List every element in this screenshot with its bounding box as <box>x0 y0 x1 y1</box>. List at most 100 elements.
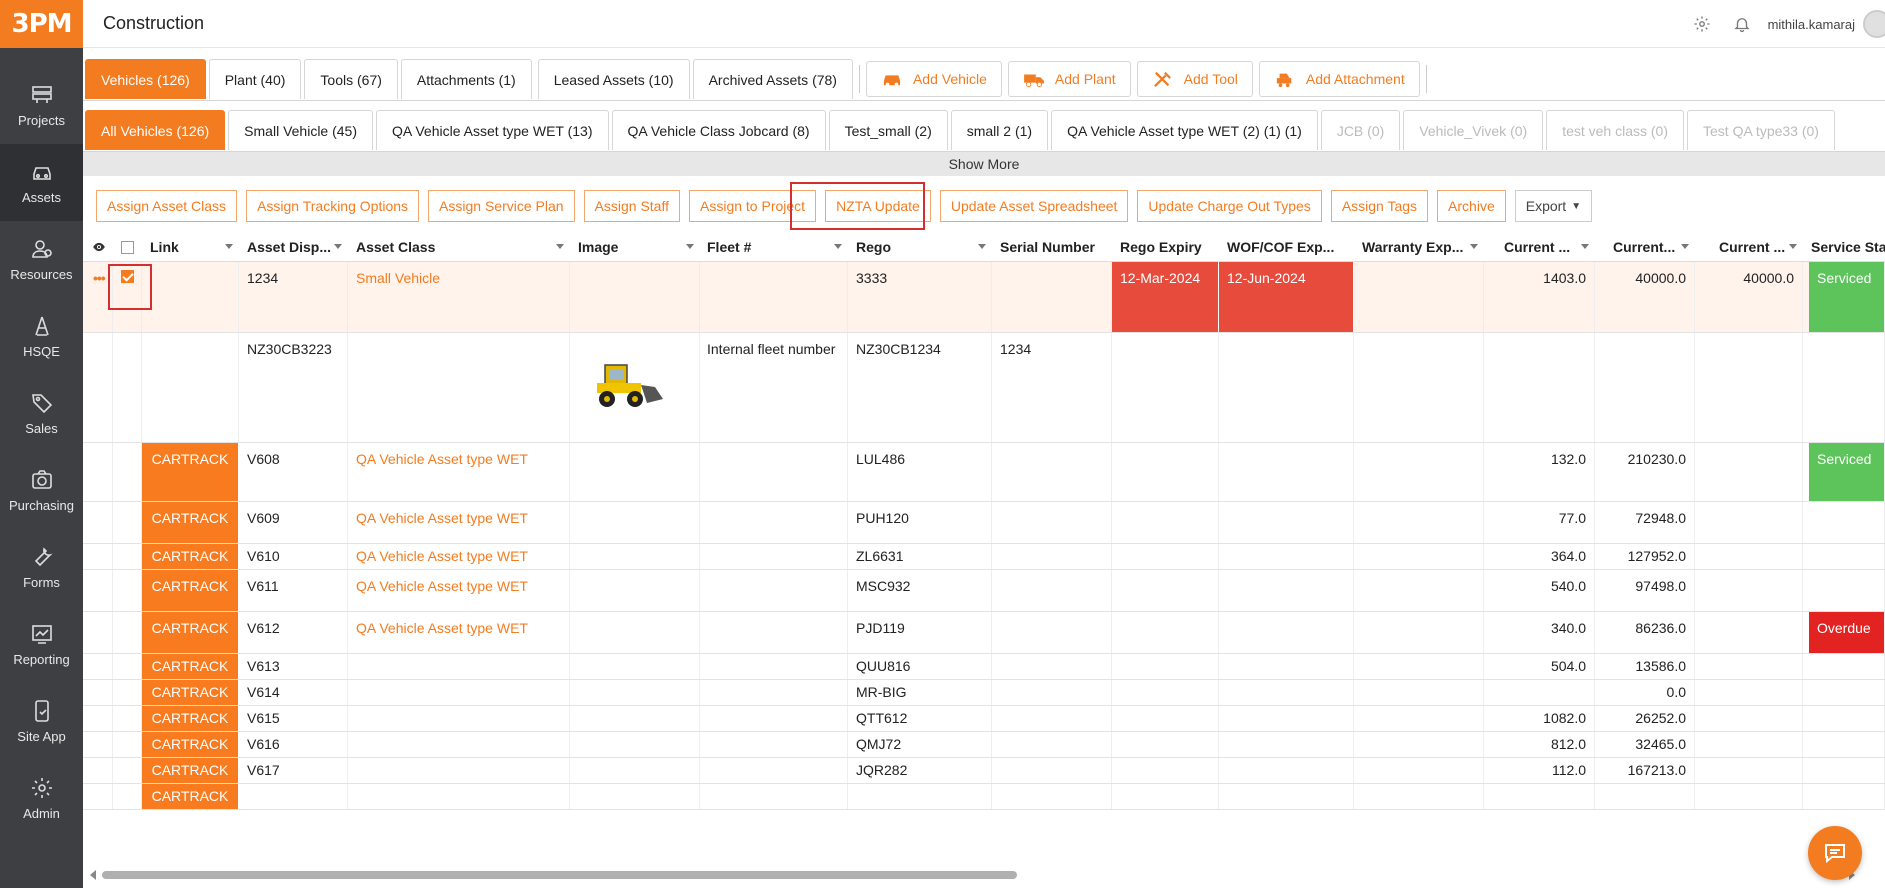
update-charge-out-types-button[interactable]: Update Charge Out Types <box>1137 190 1322 222</box>
username[interactable]: mithila.kamaraj <box>1768 17 1855 32</box>
show-more-button[interactable]: Show More <box>83 152 1885 176</box>
cartrack-link[interactable]: CARTRACK <box>142 612 239 653</box>
cartrack-link[interactable]: CARTRACK <box>142 784 239 809</box>
asset-class-link[interactable]: QA Vehicle Asset type WET <box>348 502 570 543</box>
tab-leased-assets[interactable]: Leased Assets (10) <box>537 59 690 99</box>
row-checkbox-cell[interactable] <box>113 262 142 332</box>
assign-to-project-button[interactable]: Assign to Project <box>689 190 817 222</box>
tab-archived-assets[interactable]: Archived Assets (78) <box>692 59 853 99</box>
column-header-service-status[interactable]: Service Sta <box>1803 232 1885 262</box>
add-attachment-button[interactable]: Add Attachment <box>1258 61 1420 97</box>
tab-tools[interactable]: Tools (67) <box>304 59 398 99</box>
sidebar-item-assets[interactable]: Assets <box>0 144 83 221</box>
sidebar-item-admin[interactable]: Admin <box>0 760 83 837</box>
sidebar-item-site-app[interactable]: Site App <box>0 683 83 760</box>
table-row[interactable]: ••• 1234 Small Vehicle 3333 12-Mar-2024 … <box>83 262 1885 333</box>
asset-class-link[interactable] <box>348 758 570 783</box>
assign-asset-class-button[interactable]: Assign Asset Class <box>96 190 238 222</box>
column-header-asset-display[interactable]: Asset Disp... <box>239 232 348 262</box>
checkbox[interactable] <box>121 240 134 254</box>
excavator-image[interactable] <box>591 357 667 409</box>
tab-jcb[interactable]: JCB (0) <box>1320 110 1401 150</box>
checkbox[interactable] <box>121 270 134 283</box>
asset-class-link[interactable]: QA Vehicle Asset type WET <box>348 544 570 569</box>
column-header-link[interactable]: Link <box>142 232 239 262</box>
tab-plant[interactable]: Plant (40) <box>208 59 302 99</box>
cartrack-link[interactable]: CARTRACK <box>142 544 239 569</box>
asset-class-link[interactable] <box>348 732 570 757</box>
add-tool-button[interactable]: Add Tool <box>1136 61 1253 97</box>
asset-class-link[interactable]: QA Vehicle Asset type WET <box>348 443 570 501</box>
table-row[interactable]: CARTRACK V612 QA Vehicle Asset type WET PJD… <box>83 612 1885 654</box>
export-dropdown[interactable]: Export ▼ <box>1514 190 1593 222</box>
cartrack-link[interactable]: CARTRACK <box>142 758 239 783</box>
assign-tags-button[interactable]: Assign Tags <box>1330 190 1429 222</box>
column-header-rego[interactable]: Rego <box>848 232 992 262</box>
sidebar-item-projects[interactable]: Projects <box>0 67 83 144</box>
tab-test-qa-type33[interactable]: Test QA type33 (0) <box>1687 110 1835 150</box>
asset-class-link[interactable] <box>348 333 570 442</box>
table-row[interactable]: CARTRACK V616 QMJ72 812.0 32465.0 <box>83 732 1885 758</box>
column-header-current-1[interactable]: Current ... <box>1484 232 1595 262</box>
tab-test-small[interactable]: Test_small (2) <box>828 110 948 150</box>
column-header-rego-expiry[interactable]: Rego Expiry <box>1112 232 1219 262</box>
horizontal-scrollbar[interactable] <box>90 868 1855 880</box>
column-header-asset-class[interactable]: Asset Class <box>348 232 570 262</box>
asset-class-link[interactable]: QA Vehicle Asset type WET <box>348 612 570 653</box>
chat-button[interactable] <box>1808 826 1862 880</box>
assign-tracking-options-button[interactable]: Assign Tracking Options <box>246 190 420 222</box>
app-logo[interactable]: 3PM <box>0 0 83 48</box>
table-row[interactable]: CARTRACK V614 MR-BIG 0.0 <box>83 680 1885 706</box>
column-header-current-2[interactable]: Current... <box>1595 232 1695 262</box>
update-asset-spreadsheet-button[interactable]: Update Asset Spreadsheet <box>939 190 1129 222</box>
scroll-left-icon[interactable] <box>90 870 96 880</box>
add-vehicle-button[interactable]: Add Vehicle <box>865 61 1002 97</box>
archive-button[interactable]: Archive <box>1437 190 1506 222</box>
settings-button[interactable] <box>1682 15 1722 33</box>
column-visibility-button[interactable] <box>83 232 113 262</box>
column-header-warranty-expiry[interactable]: Warranty Exp... <box>1354 232 1484 262</box>
tab-small-vehicle[interactable]: Small Vehicle (45) <box>228 110 373 150</box>
assign-staff-button[interactable]: Assign Staff <box>583 190 680 222</box>
cartrack-link[interactable]: CARTRACK <box>142 680 239 705</box>
sidebar-item-forms[interactable]: Forms <box>0 529 83 606</box>
asset-class-link[interactable] <box>348 680 570 705</box>
cartrack-link[interactable]: CARTRACK <box>142 502 239 543</box>
column-header-wof-cof-expiry[interactable]: WOF/COF Exp... <box>1219 232 1354 262</box>
table-row[interactable]: CARTRACK V609 QA Vehicle Asset type WET PUH… <box>83 502 1885 544</box>
scroll-thumb[interactable] <box>102 871 1017 879</box>
add-plant-button[interactable]: Add Plant <box>1007 61 1131 97</box>
tab-small-2[interactable]: small 2 (1) <box>950 110 1049 150</box>
asset-class-link[interactable] <box>348 654 570 679</box>
asset-class-link[interactable]: QA Vehicle Asset type WET <box>348 570 570 611</box>
asset-class-link[interactable]: Small Vehicle <box>348 262 570 332</box>
sidebar-item-resources[interactable]: Resources <box>0 221 83 298</box>
column-header-serial-number[interactable]: Serial Number <box>992 232 1112 262</box>
sidebar-item-purchasing[interactable]: Purchasing <box>0 452 83 529</box>
tab-attachments[interactable]: Attachments (1) <box>400 59 532 99</box>
table-row[interactable]: CARTRACK <box>83 784 1885 810</box>
table-row[interactable]: NZ30CB3223 Internal fleet number NZ30CB1… <box>83 333 1885 443</box>
column-header-image[interactable]: Image <box>570 232 700 262</box>
tab-qa-vehicle-class-jobcard[interactable]: QA Vehicle Class Jobcard (8) <box>611 110 826 150</box>
table-row[interactable]: CARTRACK V610 QA Vehicle Asset type WET ZL6… <box>83 544 1885 570</box>
tab-test-veh-class[interactable]: test veh class (0) <box>1546 110 1685 150</box>
tab-vehicles[interactable]: Vehicles (126) <box>85 59 206 99</box>
asset-class-link[interactable] <box>348 784 570 809</box>
table-row[interactable]: CARTRACK V613 QUU816 504.0 13586.0 <box>83 654 1885 680</box>
nzta-update-button[interactable]: NZTA Update <box>825 190 931 222</box>
column-header-current-3[interactable]: Current ... <box>1695 232 1803 262</box>
tab-qa-vehicle-asset-type-wet-2[interactable]: QA Vehicle Asset type WET (2) (1) (1) <box>1051 110 1318 150</box>
row-menu-button[interactable]: ••• <box>83 262 113 332</box>
cartrack-link[interactable]: CARTRACK <box>142 570 239 611</box>
tab-all-vehicles[interactable]: All Vehicles (126) <box>85 110 226 150</box>
column-header-fleet[interactable]: Fleet # <box>699 232 848 262</box>
cartrack-link[interactable]: CARTRACK <box>142 706 239 731</box>
table-row[interactable]: CARTRACK V608 QA Vehicle Asset type WET LUL… <box>83 443 1885 502</box>
select-all-checkbox[interactable] <box>113 232 141 262</box>
table-row[interactable]: CARTRACK V617 JQR282 112.0 167213.0 <box>83 758 1885 784</box>
notifications-button[interactable] <box>1722 15 1762 33</box>
tab-vehicle-vivek[interactable]: Vehicle_Vivek (0) <box>1403 110 1544 150</box>
cartrack-link[interactable]: CARTRACK <box>142 732 239 757</box>
tab-qa-vehicle-asset-type-wet[interactable]: QA Vehicle Asset type WET (13) <box>376 110 609 150</box>
